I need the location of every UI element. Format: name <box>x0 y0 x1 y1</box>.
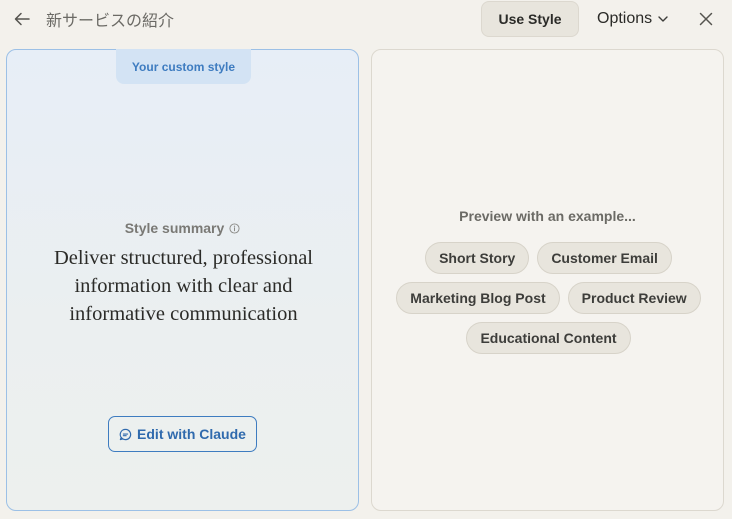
edit-with-claude-label: Edit with Claude <box>137 426 246 442</box>
header: 新サービスの紹介 Use Style Options <box>0 0 732 40</box>
example-chip-short-story[interactable]: Short Story <box>425 242 530 274</box>
custom-style-tag: Your custom style <box>116 49 251 84</box>
options-dropdown[interactable]: Options <box>591 6 675 32</box>
style-summary-heading: Style summary <box>7 220 358 236</box>
example-chip-customer-email[interactable]: Customer Email <box>537 242 672 274</box>
example-chips: Short Story Customer Email Marketing Blo… <box>382 242 715 354</box>
preview-heading: Preview with an example... <box>459 208 636 224</box>
options-label: Options <box>597 10 653 27</box>
style-summary-label: Style summary <box>124 220 225 236</box>
chat-bubble-icon <box>119 428 132 440</box>
style-summary-text: Deliver structured, professional informa… <box>53 247 313 325</box>
example-chip-educational-content[interactable]: Educational Content <box>466 322 631 354</box>
info-icon[interactable] <box>229 222 240 234</box>
arrow-left-icon <box>14 12 30 26</box>
close-button[interactable] <box>694 8 718 30</box>
use-style-button[interactable]: Use Style <box>481 1 579 37</box>
example-chip-marketing-blog-post[interactable]: Marketing Blog Post <box>396 282 560 314</box>
back-button[interactable] <box>10 8 34 30</box>
preview-panel: Preview with an example... Short Story C… <box>371 49 724 511</box>
close-icon <box>699 12 713 26</box>
page-title: 新サービスの紹介 <box>46 11 175 30</box>
example-chip-product-review[interactable]: Product Review <box>567 282 701 314</box>
chevron-down-icon <box>658 16 668 22</box>
custom-style-panel: Your custom style Style summary Deliver … <box>6 49 359 511</box>
edit-with-claude-button[interactable]: Edit with Claude <box>108 416 257 452</box>
